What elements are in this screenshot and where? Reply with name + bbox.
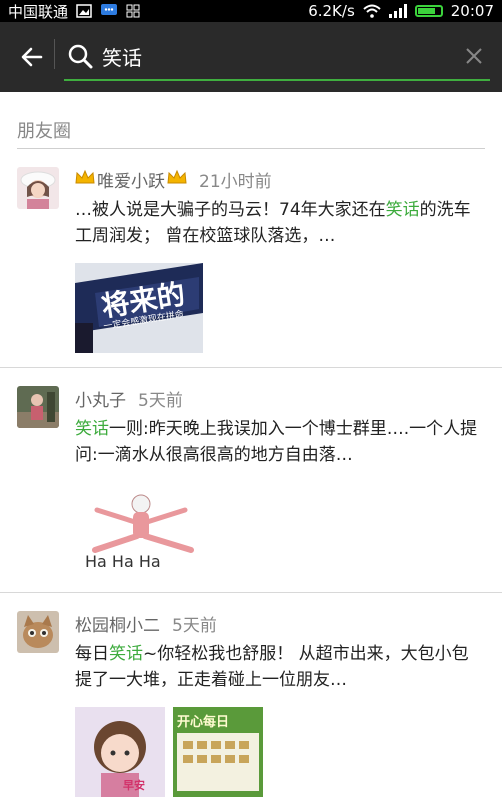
apps-notification-icon — [126, 4, 140, 18]
post-text-part: 一则:昨天晚上我误加入一个博士群里….一个人提问:一滴水从很高很高的地方自由落… — [75, 419, 478, 465]
author-name[interactable]: 小丸子 — [75, 386, 126, 411]
moments-section: 朋友圈 唯爱小跃 21小时前 …被人说是大骗子的马云！74年大家还在笑话的洗车工… — [0, 92, 502, 811]
chat-notification-icon — [100, 3, 118, 19]
avatar[interactable] — [17, 386, 59, 428]
wifi-icon — [363, 4, 381, 18]
battery-icon — [414, 5, 443, 17]
post-text: 笑话一则:昨天晚上我误加入一个博士群里….一个人提问:一滴水从很高很高的地方自由… — [75, 416, 485, 468]
avatar[interactable] — [17, 167, 59, 209]
image-caption: 开心每日 — [177, 715, 230, 730]
signal-strength-icon — [388, 4, 407, 18]
arrow-left-icon — [21, 47, 43, 67]
author-name[interactable]: 松园桐小二 — [75, 611, 160, 636]
post-time: 21小时前 — [199, 171, 272, 192]
crown-icon — [75, 169, 95, 190]
post-image[interactable]: 早安 — [75, 707, 165, 797]
image-caption: 早安 — [123, 779, 145, 792]
back-button[interactable] — [12, 37, 52, 77]
post-time: 5天前 — [172, 615, 217, 636]
network-speed: 6.2K/s — [308, 2, 355, 20]
post-time: 5天前 — [138, 390, 183, 411]
moments-post[interactable]: 小丸子 5天前 笑话一则:昨天晚上我误加入一个博士群里….一个人提问:一滴水从很… — [0, 368, 502, 593]
carrier-label: 中国联通 — [8, 2, 69, 21]
magnifier-icon — [64, 40, 96, 72]
keyword-highlight: 笑话 — [75, 419, 109, 439]
search-field[interactable] — [54, 33, 490, 81]
moments-post[interactable]: 松园桐小二 5天前 每日笑话~你轻松我也舒服！ 从超市出来，大包小包提了一大堆，… — [0, 593, 502, 811]
post-text: …被人说是大骗子的马云！74年大家还在笑话的洗车工周润发； 曾在校篮球队落选，… — [75, 197, 485, 249]
image-caption: Ha Ha Ha — [85, 552, 161, 571]
post-image[interactable]: 将来的 一定会感激现在拼命 — [75, 263, 203, 353]
close-icon — [466, 48, 482, 64]
post-image[interactable]: 开心每日 — [173, 707, 263, 797]
search-header — [0, 22, 502, 92]
clear-search-button[interactable] — [458, 40, 490, 72]
moments-post[interactable]: 唯爱小跃 21小时前 …被人说是大骗子的马云！74年大家还在笑话的洗车工周润发；… — [0, 149, 502, 368]
image-notification-icon — [76, 4, 92, 18]
keyword-highlight: 笑话 — [385, 200, 420, 220]
keyword-highlight: 笑话 — [109, 644, 143, 664]
post-text-part: 每日 — [75, 644, 109, 664]
crown-icon — [167, 169, 187, 190]
avatar[interactable] — [17, 611, 59, 653]
author-name[interactable]: 唯爱小跃 — [97, 167, 165, 192]
post-text: 每日笑话~你轻松我也舒服！ 从超市出来，大包小包提了一大堆，正走着碰上一位朋友… — [75, 641, 485, 693]
header-divider — [54, 39, 55, 69]
clock: 20:07 — [450, 2, 494, 20]
status-bar: 中国联通 6.2K/s 20:07 — [0, 0, 502, 22]
post-image[interactable]: Ha Ha Ha — [75, 482, 207, 578]
search-input[interactable] — [96, 43, 458, 69]
section-title: 朋友圈 — [17, 121, 71, 142]
post-text-part: …被人说是大骗子的马云！74年大家还在 — [75, 200, 386, 220]
